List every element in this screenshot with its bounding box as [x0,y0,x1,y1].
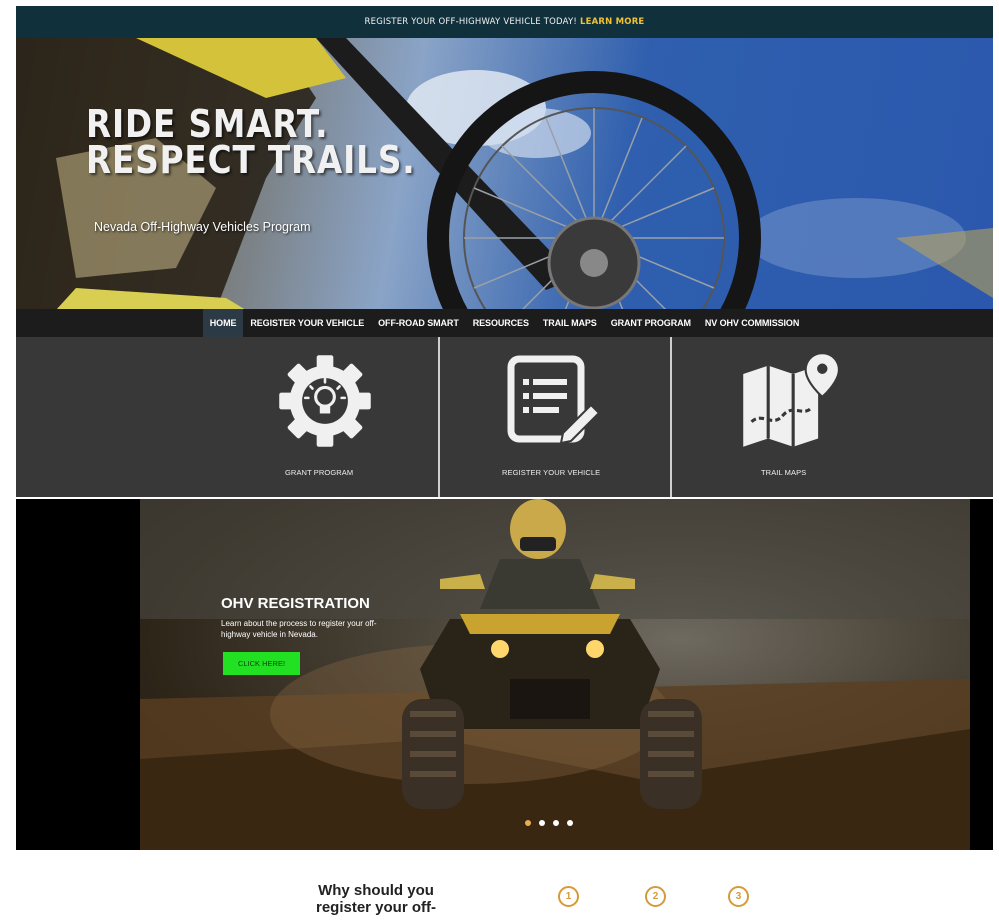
announcement-text: REGISTER YOUR OFF-HIGHWAY VEHICLE TODAY! [364,17,577,27]
slider-dot-4[interactable] [567,820,573,826]
map-pin-icon [743,352,840,447]
nav-nv-ohv-commission[interactable]: NV OHV COMMISSION [698,309,806,337]
slide-description: Learn about the process to register your… [221,619,377,639]
main-nav: HOME REGISTER YOUR VEHICLE OFF-ROAD SMAR… [16,309,993,337]
learn-more-link[interactable]: LEARN MORE [580,17,644,27]
step-3-badge: 3 [728,886,749,907]
step-1-badge: 1 [558,886,579,907]
nav-home[interactable]: HOME [202,309,244,337]
hero-title-line-1: RIDE SMART. [86,102,329,146]
tile-grant-program[interactable]: GRANT PROGRAM [16,337,438,497]
tile-register-label: REGISTER YOUR VEHICLE [502,468,601,477]
hero-subtitle: Nevada Off-Highway Vehicles Program [94,220,311,234]
tile-grant-program-label: GRANT PROGRAM [285,468,354,477]
tile-trail-maps-label: TRAIL MAPS [761,468,807,477]
hero-title-line-2: RESPECT TRAILS. [86,138,416,182]
slide-title: OHV REGISTRATION [221,595,370,612]
nav-register-your-vehicle[interactable]: REGISTER YOUR VEHICLE [243,309,371,337]
slider-dot-1[interactable] [525,820,531,826]
slider-dot-2[interactable] [539,820,545,826]
hero-slider: OHV REGISTRATION Learn about the process… [16,499,993,850]
announcement-bar: REGISTER YOUR OFF-HIGHWAY VEHICLE TODAY!… [16,6,993,38]
form-pencil-icon [507,355,601,445]
why-register-heading: Why should you register your off- [315,882,436,916]
feature-tiles: GRANT PROGRAM REGISTER YOUR VEHICLE TRAI… [16,337,993,497]
tile-register-your-vehicle[interactable]: REGISTER YOUR VEHICLE [440,337,670,497]
nav-trail-maps[interactable]: TRAIL MAPS [536,309,604,337]
step-2-badge: 2 [645,886,666,907]
click-here-button[interactable]: CLICK HERE! [223,652,300,675]
tile-trail-maps[interactable]: TRAIL MAPS [672,337,993,497]
nav-grant-program[interactable]: GRANT PROGRAM [604,309,698,337]
hero-banner: RIDE SMART. RESPECT TRAILS. Nevada Off-H… [16,38,993,310]
page: REGISTER YOUR OFF-HIGHWAY VEHICLE TODAY!… [16,6,993,921]
nav-off-road-smart[interactable]: OFF-ROAD SMART [371,309,466,337]
slider-dots [525,820,573,826]
hero-title: RIDE SMART. RESPECT TRAILS. [86,102,416,182]
slider-dot-3[interactable] [553,820,559,826]
nav-resources[interactable]: RESOURCES [466,309,536,337]
gear-lightbulb-icon [279,355,371,447]
